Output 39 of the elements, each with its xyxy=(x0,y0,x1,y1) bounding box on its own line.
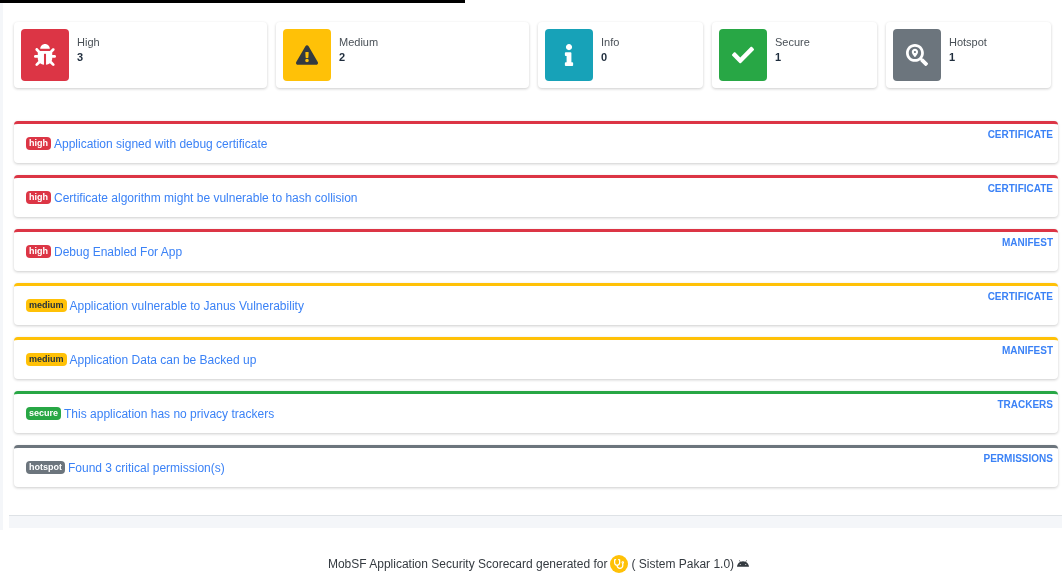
severity-badge: secure xyxy=(26,407,62,420)
severity-badge: medium xyxy=(26,353,67,366)
severity-badge: high xyxy=(26,137,51,150)
app-logo-icon xyxy=(610,555,629,573)
category-label: MANIFEST xyxy=(1001,236,1053,250)
card-count: 1 xyxy=(949,52,957,63)
card-label: Hotspot xyxy=(949,37,987,48)
category-label: MANIFEST xyxy=(1001,344,1053,358)
card-label: High xyxy=(77,37,100,48)
finding-link[interactable]: Application signed with debug certificate xyxy=(54,134,268,153)
finding-link[interactable]: Certificate algorithm might be vulnerable to hash collision xyxy=(54,188,358,207)
finding-link[interactable]: Debug Enabled For App xyxy=(54,242,183,261)
category-label: PERMISSIONS xyxy=(983,452,1053,466)
app-name: ( Sistem Pakar 1.0) xyxy=(631,556,735,573)
card-label: Secure xyxy=(775,37,810,48)
severity-badge: high xyxy=(26,245,51,258)
finding-link[interactable]: This application has no privacy trackers xyxy=(64,404,275,423)
magnifier-icon xyxy=(906,44,928,66)
category-label: CERTIFICATE xyxy=(987,290,1053,304)
card-count: 2 xyxy=(339,52,347,63)
finding-link[interactable]: Application vulnerable to Janus Vulnerability xyxy=(69,296,304,315)
android-icon xyxy=(737,558,750,570)
card-count: 3 xyxy=(77,52,85,63)
category-label: TRACKERS xyxy=(997,398,1053,412)
card-label: Info xyxy=(601,37,620,48)
card-label: Medium xyxy=(339,37,379,48)
finding-link[interactable]: Application Data can be Backed up xyxy=(69,350,257,369)
footer-text: MobSF Application Security Scorecard generated for xyxy=(327,556,608,573)
card-count: 0 xyxy=(601,52,609,63)
severity-badge: high xyxy=(26,191,51,204)
finding-link[interactable]: Found 3 critical permission(s) xyxy=(68,458,225,477)
category-label: CERTIFICATE xyxy=(987,182,1053,196)
severity-badge: hotspot xyxy=(26,461,65,474)
category-label: CERTIFICATE xyxy=(987,128,1053,142)
severity-badge: medium xyxy=(26,299,67,312)
warning-icon xyxy=(296,44,318,66)
card-count: 1 xyxy=(775,52,783,63)
bug-icon xyxy=(34,44,56,66)
check-icon xyxy=(732,44,754,66)
